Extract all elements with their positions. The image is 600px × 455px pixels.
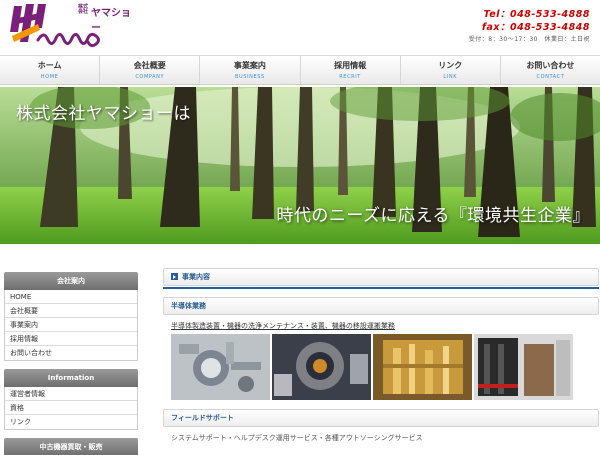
sidebar-used-box: 中古機器買取・販売 [4,438,138,455]
nav-label: 事業案内 [233,61,266,70]
sidebar-item-contact[interactable]: お問い合わせ [5,346,137,360]
hero-subtitle: 時代のニーズに応える『環境共生企業』 [276,206,590,226]
sidebar-used-title[interactable]: 中古機器買取・販売 [4,438,138,455]
section-heading: 事業内容 [163,268,599,286]
nav-business[interactable]: 事業案内 BUSINESS [199,56,299,84]
sidebar-company-box: 会社案内 HOME 会社概要 事業案内 採用情報 お問い合わせ [4,272,138,361]
nav-home[interactable]: ホーム HOME [0,56,99,84]
nav-company[interactable]: 会社概要 COMPANY [99,56,199,84]
sidebar-information-list: 運営者情報 資格 リンク [4,387,138,430]
company-logo[interactable]: 株式 会社 ヤマショー [8,2,138,54]
sidebar-item-license[interactable]: 資格 [5,401,137,415]
field-support-heading: フィールドサポート [163,409,599,427]
section-title: 事業内容 [182,273,210,281]
logo-name: ヤマショー [91,8,131,34]
semiconductor-link[interactable]: 半導体製造装置・機器の洗浄メンテナンス・装置、機器の移設運搬業務 [163,321,599,331]
contact-info: Tel：048-533-4888 fax：048-533-4848 受付：8：3… [469,8,590,46]
nav-label: リンク [438,61,463,70]
sidebar-item-home[interactable]: HOME [5,290,137,304]
nav-label: 採用情報 [334,61,367,70]
sidebar-item-business[interactable]: 事業案内 [5,318,137,332]
sidebar-information-title: Information [4,369,138,387]
nav-label: お問い合わせ [526,61,575,70]
equipment-photo-2 [272,334,371,400]
semiconductor-heading: 半導体業務 [163,297,599,315]
nav-label: 会社概要 [133,61,166,70]
arrow-square-icon [171,273,178,280]
photo-gallery [163,334,599,400]
fax-number: fax：048-533-4848 [481,22,590,33]
nav-recruit[interactable]: 採用情報 RECRIT [299,56,400,84]
nav-sublabel: BUSINESS [235,74,265,80]
sidebar-item-link[interactable]: リンク [5,415,137,429]
nav-label: ホーム [37,61,62,70]
site-header: 株式 会社 ヤマショー Tel：048-533-4888 fax：048-533… [0,0,600,55]
nav-sublabel: RECRIT [339,74,361,80]
sidebar-information-box: Information 運営者情報 資格 リンク [4,369,138,430]
nav-link[interactable]: リンク LINK [399,56,500,84]
field-support-text: システムサポート・ヘルプデスク運用サービス・各種アウトソーシングサービス [171,434,423,442]
tel-number[interactable]: Tel：048-533-4888 [469,8,590,21]
sidebar: 会社案内 HOME 会社概要 事業案内 採用情報 お問い合わせ Informat… [4,272,138,455]
logo-kabushiki: 株式 会社 [78,4,89,15]
nav-sublabel: CONTACT [536,74,565,80]
nav-contact[interactable]: お問い合わせ CONTACT [499,56,600,84]
nav-sublabel: HOME [40,74,59,80]
global-nav: ホーム HOME 会社概要 COMPANY 事業案内 BUSINESS 採用情報… [0,55,600,85]
equipment-photo-4 [474,334,573,400]
hero-banner: 株式会社ヤマショーは 時代のニーズに応える『環境共生企業』 [0,87,600,244]
equipment-photo-3 [373,334,472,400]
sidebar-item-recruit[interactable]: 採用情報 [5,332,137,346]
main-content: 事業内容 半導体業務 半導体製造装置・機器の洗浄メンテナンス・装置、機器の移設運… [163,268,599,443]
sidebar-company-list: HOME 会社概要 事業案内 採用情報 お問い合わせ [4,290,138,361]
sidebar-item-company[interactable]: 会社概要 [5,304,137,318]
equipment-photo-1 [171,334,270,400]
hero-title: 株式会社ヤマショーは [16,104,191,124]
section-divider [163,287,599,289]
sidebar-item-operator[interactable]: 運営者情報 [5,387,137,401]
business-hours: 受付：8：30〜17：30 休業日：土日祝 [468,36,590,43]
nav-sublabel: COMPANY [135,74,165,80]
nav-sublabel: LINK [443,74,458,80]
sidebar-company-title: 会社案内 [4,272,138,290]
